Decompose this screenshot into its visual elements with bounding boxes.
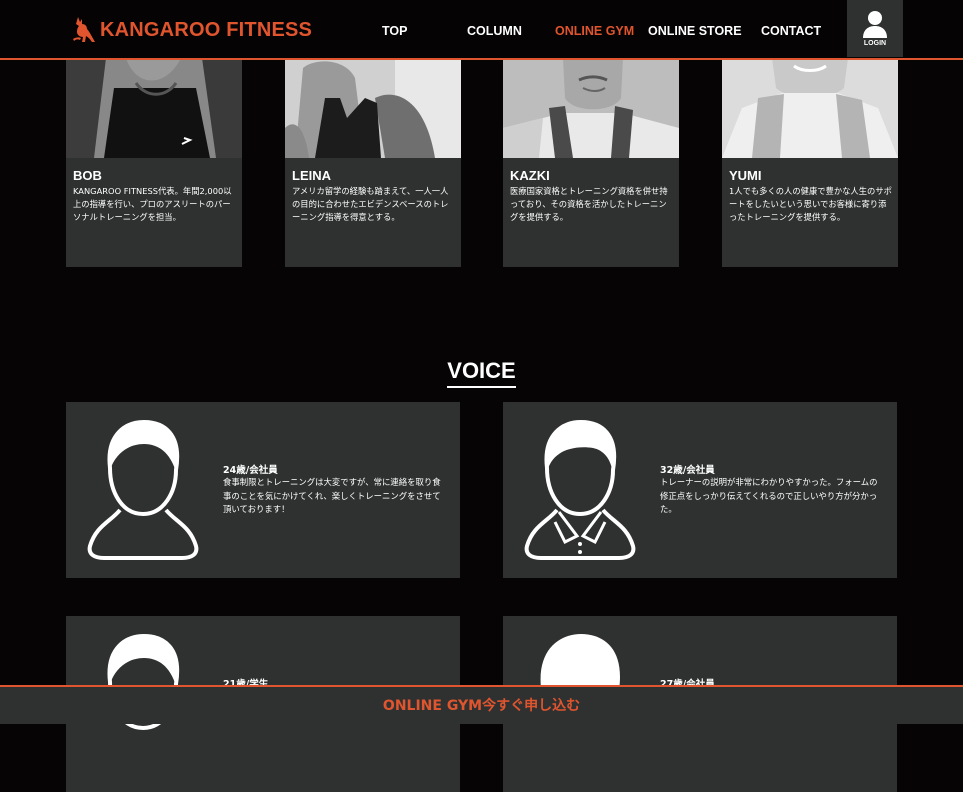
user-icon	[863, 11, 887, 38]
trainer-name: BOB	[73, 168, 102, 183]
trainer-name: YUMI	[729, 168, 762, 183]
trainer-desc: 1人でも多くの人の健康で豊かな人生のサポートをしたいという思いでお客様に寄り添っ…	[729, 186, 892, 222]
trainer-card-kazki: KAZKI 医療国家資格とトレーニング資格を併せ持っており、その資格を活かしたト…	[503, 58, 679, 267]
trainer-photo	[503, 58, 679, 158]
trainer-photo	[66, 58, 242, 158]
voice-meta: 24歳/会社員	[223, 465, 278, 476]
voice-text: 食事制限とトレーニングは大変ですが、常に連絡を取り食事のことを気にかけてくれ、楽…	[223, 477, 441, 514]
man-collar-avatar-icon	[524, 419, 636, 560]
kangaroo-logo-icon	[73, 17, 95, 42]
trainer-photo	[722, 58, 898, 158]
trainer-desc: KANGAROO FITNESS代表。年間2,000以上の指導を行い、プロのアス…	[73, 186, 232, 222]
nav-top[interactable]: TOP	[382, 24, 407, 38]
trainer-desc: アメリカ留学の経験も踏まえて、一人一人の目的に合わせたエビデンスベースのトレーニ…	[292, 186, 449, 222]
trainer-card-yumi: YUMI 1人でも多くの人の健康で豊かな人生のサポートをしたいという思いでお客様…	[722, 58, 898, 267]
voice-meta: 32歳/会社員	[660, 465, 715, 476]
signup-cta-label[interactable]: ONLINE GYM今すぐ申し込む	[383, 695, 580, 715]
man-avatar-icon	[87, 419, 199, 560]
voice-section-title: VOICE	[0, 358, 963, 388]
trainer-photo	[285, 58, 461, 158]
nav-online-gym[interactable]: ONLINE GYM	[555, 24, 634, 38]
trainer-card-leina: LEINA アメリカ留学の経験も踏まえて、一人一人の目的に合わせたエビデンスベー…	[285, 58, 461, 267]
voice-text: トレーナーの説明が非常にわかりやすかった。フォームの修正点をしっかり伝えてくれる…	[660, 477, 878, 514]
nav-online-store[interactable]: ONLINE STORE	[648, 24, 742, 38]
nav-contact[interactable]: CONTACT	[761, 24, 821, 38]
nav-column[interactable]: COLUMN	[467, 24, 522, 38]
site-header: KANGAROO FITNESS TOP COLUMN ONLINE GYM O…	[0, 0, 963, 60]
voice-card: 32歳/会社員 トレーナーの説明が非常にわかりやすかった。フォームの修正点をしっ…	[503, 402, 897, 578]
trainer-name: KAZKI	[510, 168, 550, 183]
trainer-card-bob: BOB KANGAROO FITNESS代表。年間2,000以上の指導を行い、プ…	[66, 58, 242, 267]
signup-cta-bar[interactable]: ONLINE GYM今すぐ申し込む	[0, 685, 963, 724]
brand-name: KANGAROO FITNESS	[100, 19, 313, 41]
login-button[interactable]: LOGIN	[847, 0, 903, 57]
voice-card: 24歳/会社員 食事制限とトレーニングは大変ですが、常に連絡を取り食事のことを気…	[66, 402, 460, 578]
voice-heading: VOICE	[447, 358, 516, 388]
trainer-desc: 医療国家資格とトレーニング資格を併せ持っており、その資格を活かしたトレーニングを…	[510, 186, 668, 222]
trainer-name: LEINA	[292, 168, 331, 183]
login-label: LOGIN	[863, 40, 887, 47]
brand-logo[interactable]: KANGAROO FITNESS	[72, 15, 312, 45]
